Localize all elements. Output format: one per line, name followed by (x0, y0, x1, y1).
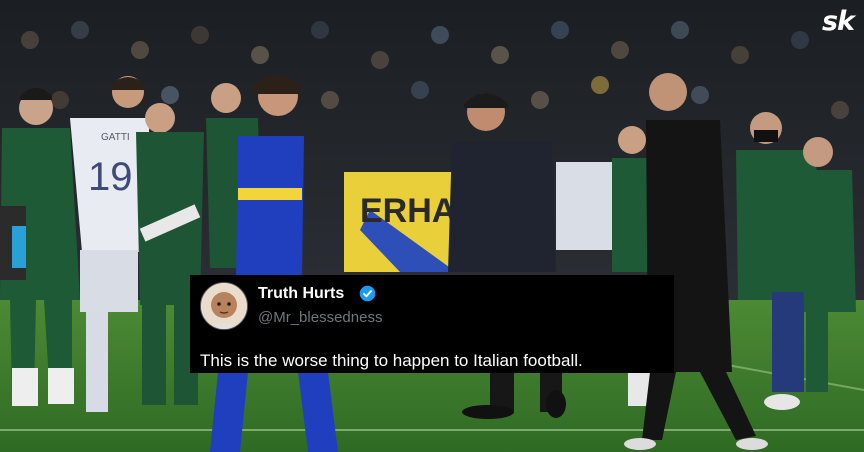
jersey-number: 19 (88, 155, 133, 199)
photo-scene: ERHAO GATTI 19 sk Truth Hurts @Mr_blesse… (0, 0, 864, 452)
tweet-handle: @Mr_blessedness (258, 309, 383, 326)
jersey-name: GATTI (101, 132, 130, 143)
tweet-display-name: Truth Hurts (258, 285, 345, 302)
tweet-body: This is the worse thing to happen to Ita… (200, 351, 583, 370)
tweet-card: Truth Hurts @Mr_blessedness This is the … (190, 275, 674, 373)
white-flag (556, 162, 620, 250)
avatar-icon (200, 282, 248, 330)
brand-logo: sk (821, 6, 855, 37)
verified-badge-icon (359, 285, 376, 302)
stadium-photo: ERHAO GATTI 19 (0, 0, 864, 452)
